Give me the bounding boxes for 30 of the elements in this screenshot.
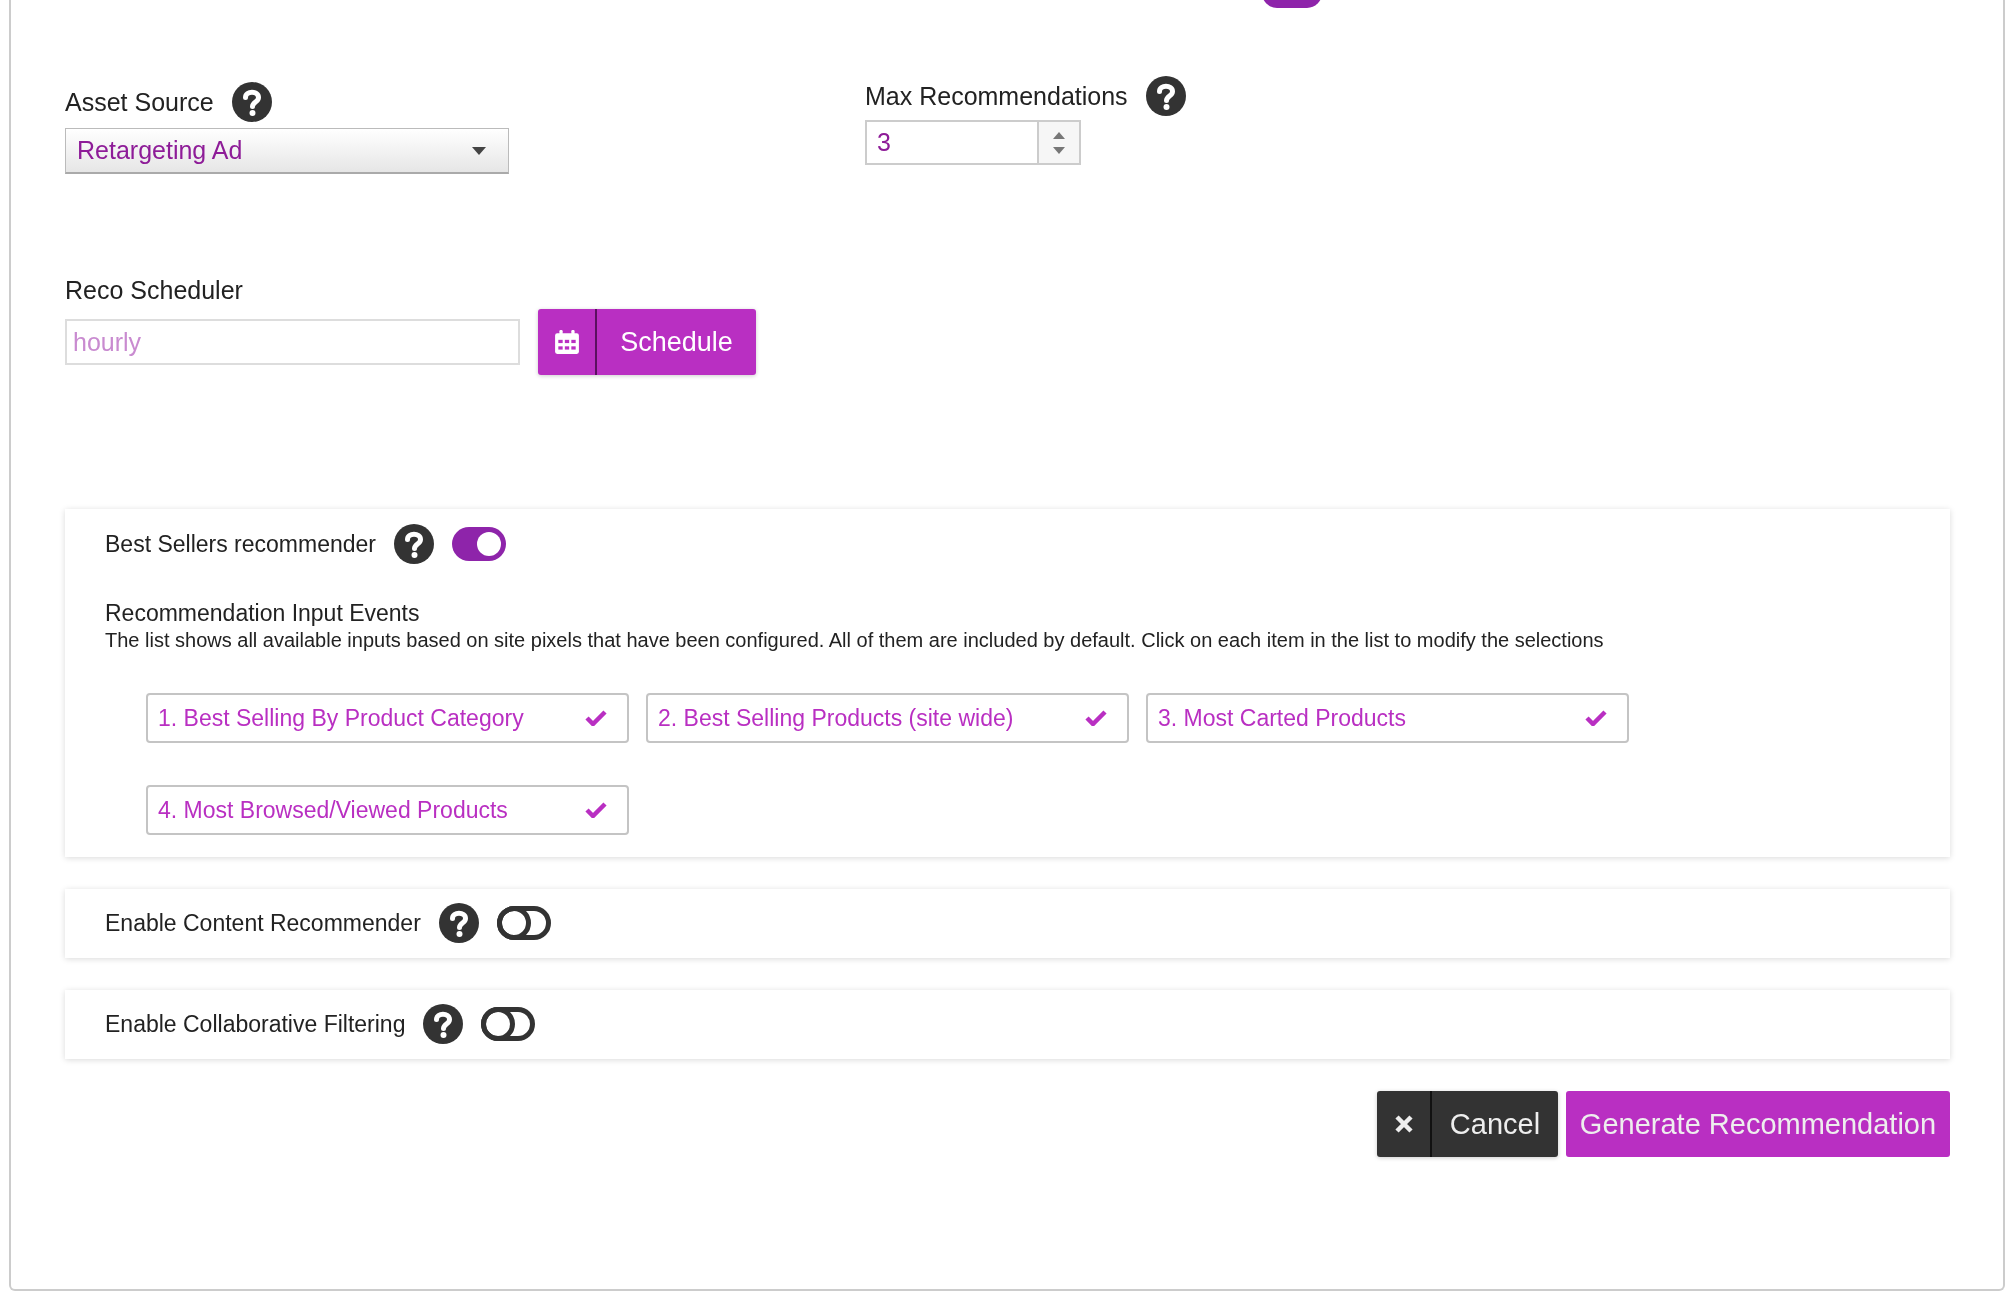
generate-recommendation-button[interactable]: Generate Recommendation: [1566, 1091, 1950, 1157]
panel-title: Enable Content Recommender: [105, 909, 421, 937]
section-description: The list shows all available inputs based on site pixels that have been configured. All of them are included by default. Click on each item in the list to modify the selections: [105, 628, 1605, 653]
panel-title: Best Sellers recommender: [105, 530, 376, 558]
field-label: Reco Scheduler: [65, 275, 243, 305]
help-icon[interactable]: [231, 82, 272, 122]
caret-icon: [472, 146, 486, 155]
event-option[interactable]: 4. Most Browsed/Viewed Products: [146, 785, 629, 835]
help-icon[interactable]: [423, 1004, 464, 1044]
asset-source-dropdown[interactable]: Retargeting Ad: [65, 128, 509, 174]
event-option[interactable]: 2. Best Selling Products (site wide): [646, 693, 1129, 743]
spinner-arrows-icon[interactable]: [1052, 130, 1066, 155]
close-icon: [1393, 1114, 1414, 1134]
number-input[interactable]: 3: [865, 120, 1081, 165]
schedule-button[interactable]: Schedule: [538, 309, 756, 375]
help-icon[interactable]: [1145, 76, 1186, 116]
help-icon[interactable]: [394, 524, 434, 564]
cancel-button[interactable]: Cancel: [1377, 1091, 1558, 1157]
help-icon[interactable]: [438, 903, 479, 943]
field-label: Max Recommendations: [865, 81, 1128, 111]
toggle-switch[interactable]: [481, 1007, 536, 1041]
event-option[interactable]: 3. Most Carted Products: [1146, 693, 1629, 743]
toggle-switch[interactable]: [496, 906, 551, 940]
panel-title: Enable Collaborative Filtering: [105, 1010, 406, 1038]
toggle-switch[interactable]: [452, 527, 506, 561]
event-option[interactable]: 1. Best Selling By Product Category: [146, 693, 629, 743]
section-heading: Recommendation Input Events: [105, 599, 421, 627]
schedule-input[interactable]: hourly: [65, 319, 520, 365]
calendar-icon: [553, 329, 580, 355]
field-label: Asset Source: [65, 87, 214, 117]
